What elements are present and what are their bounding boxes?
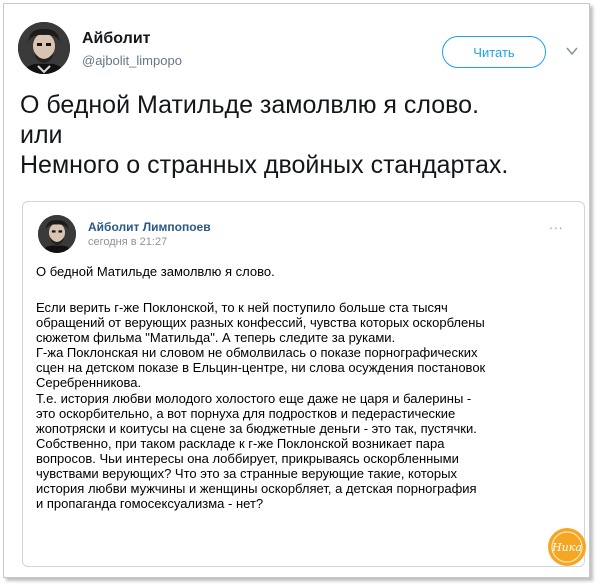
avatar-portrait-icon — [38, 215, 76, 253]
tweet-display-name[interactable]: Айболит — [82, 30, 150, 48]
post-body-line: Г-жа Поклонская ни словом не обмолвилась… — [36, 345, 478, 361]
post-body-line: вопросов. Чьи интересы она лоббирует, пр… — [36, 450, 459, 466]
post-body-line: сцен на детском показе в Ельцин-центре, … — [36, 360, 486, 376]
tweet-text: О бедной Матильде замолвлю я слово. или … — [20, 90, 508, 180]
post-body-line: и пропаганда гомосексуализма - нет? — [36, 496, 264, 512]
post-body-line: история любви мужчины и женщины оскорбля… — [36, 481, 477, 497]
chevron-down-icon[interactable] — [565, 44, 579, 58]
post-body-line: жопотряски и коитусы на сцене за бюджетн… — [36, 420, 477, 436]
tweet-text-line: О бедной Матильде замолвлю я слово. — [20, 91, 480, 119]
post-body-line: это оскорбительно, а вот порнуха для под… — [36, 405, 456, 421]
post-body-line: Т.е. история любви молодого холостого ещ… — [36, 390, 472, 406]
post-body-line: Если верить г-же Поклонской, то к ней по… — [36, 300, 448, 315]
post-body-line: чувствами верующих? Что это за странные … — [36, 466, 457, 482]
more-dots-icon[interactable]: ... — [549, 216, 564, 232]
post-body: Если верить г-же Поклонской, то к ней по… — [36, 300, 581, 511]
post-author[interactable]: Айболит Лимпопоев — [88, 220, 211, 234]
tweet-avatar[interactable] — [18, 22, 70, 74]
avatar-portrait-icon — [18, 22, 70, 74]
tweet-handle[interactable]: @ajbolit_limpopo — [82, 53, 182, 68]
watermark-badge-icon: Ника — [548, 528, 586, 566]
tweet-text-line: Немного о странных двойных стандартах. — [20, 151, 509, 179]
post-body-line: сюжетом фильма "Матильда". А теперь след… — [36, 330, 396, 346]
post-body-line: Серебренникова. — [36, 375, 142, 391]
follow-button[interactable]: Читать — [442, 36, 546, 68]
badge-text: Ника — [551, 541, 582, 554]
tweet-text-line: или — [20, 121, 63, 149]
post-body-line: Собственно, при таком раскладе к г-же По… — [36, 435, 445, 451]
post-date[interactable]: сегодня в 21:27 — [88, 236, 167, 248]
post-body-line: обращений от верующих разных конфессий, … — [36, 315, 485, 331]
post-avatar[interactable] — [38, 215, 76, 253]
post-title: О бедной Матильде замолвлю я слово. — [36, 264, 275, 279]
